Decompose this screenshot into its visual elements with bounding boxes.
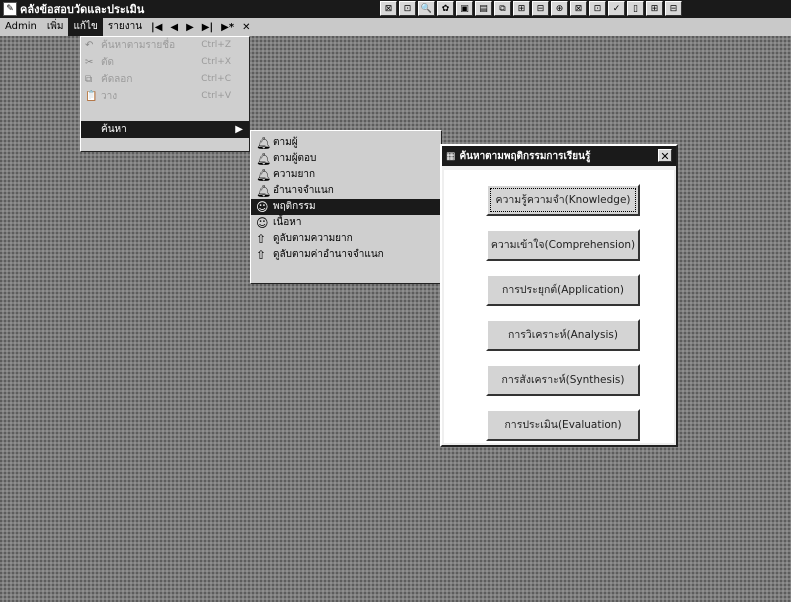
submenu-item[interactable]: 🔔︎ ความยาก bbox=[251, 167, 441, 183]
submenu-item[interactable]: ☺ เนื้อหา bbox=[251, 215, 441, 231]
menu-shortcut: Ctrl+V bbox=[201, 91, 231, 101]
submenu-item-label: พฤติกรรม bbox=[273, 201, 316, 212]
toolbar-button[interactable]: 🔍 bbox=[418, 1, 435, 16]
submenu-arrow-icon: ▶ bbox=[235, 124, 243, 135]
submenu-item-label: ตามผู้ bbox=[273, 137, 298, 148]
analysis-button[interactable]: การวิเคราะห์(Analysis) bbox=[486, 319, 640, 351]
submenu-item-label: อำนาจจำแนก bbox=[273, 185, 334, 196]
smiley-icon: ☺ bbox=[256, 216, 269, 230]
submenu-item-label: เนื้อหา bbox=[273, 217, 302, 228]
comprehension-button[interactable]: ความเข้าใจ(Comprehension) bbox=[486, 229, 640, 261]
evaluation-button[interactable]: การประเมิน(Evaluation) bbox=[486, 409, 640, 441]
application-button[interactable]: การประยุกต์(Application) bbox=[486, 274, 640, 306]
form-icon: ▦ bbox=[446, 150, 456, 162]
knowledge-button[interactable]: ความรู้ความจำ(Knowledge) bbox=[486, 184, 640, 216]
submenu-item[interactable]: 🔔︎ อำนาจจำแนก bbox=[251, 183, 441, 199]
scissors-icon: ✂ bbox=[85, 57, 94, 68]
bell-icon: 🔔︎ bbox=[256, 184, 272, 198]
edit-menu-dropdown: ↶ ค้นหาตามรายชื่อ Ctrl+Z ✂ ตัด Ctrl+X ⧉ … bbox=[80, 36, 250, 152]
toolbar-button[interactable]: ⊡ bbox=[399, 1, 416, 16]
toolbar-button[interactable]: ⧉ bbox=[494, 1, 511, 16]
toolbar-button[interactable]: ✓ bbox=[608, 1, 625, 16]
menu-item-paste[interactable]: 📋 วาง Ctrl+V bbox=[81, 88, 249, 105]
close-button[interactable]: ✕ bbox=[658, 149, 672, 163]
toolbar-button[interactable]: ⊠ bbox=[380, 1, 397, 16]
submenu-item-label: ดูลับตามความยาก bbox=[273, 233, 353, 244]
next-record-button[interactable]: ▶ bbox=[182, 22, 198, 33]
undo-icon: ↶ bbox=[85, 40, 94, 51]
dialog-title: ค้นหาตามพฤติกรรมการเรียนรู้ bbox=[459, 150, 591, 162]
menu-item-search[interactable]: ค้นหา ▶ bbox=[81, 121, 249, 138]
submenu-item-label: ตามผู้ตอบ bbox=[273, 153, 317, 164]
menu-item-copy[interactable]: ⧉ คัดลอก Ctrl+C bbox=[81, 71, 249, 88]
dialog-title-bar: ▦ ค้นหาตามพฤติกรรมการเรียนรู้ ✕ bbox=[442, 146, 676, 166]
toolbar-button[interactable]: ⊕ bbox=[551, 1, 568, 16]
submenu-item-label: ดูลับตามค่าอำนาจจำแนก bbox=[273, 249, 384, 260]
menu-item-label: วาง bbox=[101, 91, 118, 102]
app-icon: ✎ bbox=[3, 2, 17, 16]
search-submenu: 🔔︎ ตามผู้ 🔔︎ ตามผู้ตอบ 🔔︎ ความยาก 🔔︎ อำน… bbox=[250, 130, 442, 284]
menu-item-label: คัดลอก bbox=[101, 74, 133, 85]
menu-shortcut: Ctrl+X bbox=[201, 57, 231, 67]
menu-admin[interactable]: Admin bbox=[0, 18, 42, 36]
menu-edit[interactable]: แก้ไข bbox=[68, 18, 103, 36]
toolbar-button[interactable]: ⊡ bbox=[589, 1, 606, 16]
menu-shortcut: Ctrl+Z bbox=[201, 40, 231, 50]
menu-item-undo[interactable]: ↶ ค้นหาตามรายชื่อ Ctrl+Z bbox=[81, 37, 249, 54]
last-record-button[interactable]: ▶| bbox=[198, 22, 217, 33]
toolbar-button[interactable]: ✿ bbox=[437, 1, 454, 16]
first-record-button[interactable]: |◀ bbox=[147, 22, 166, 33]
toolbar-button[interactable]: ▤ bbox=[475, 1, 492, 16]
submenu-item[interactable]: 🔔︎ ตามผู้ bbox=[251, 135, 441, 151]
menu-item-cut[interactable]: ✂ ตัด Ctrl+X bbox=[81, 54, 249, 71]
submenu-item-behavior[interactable]: ☺ พฤติกรรม bbox=[251, 199, 441, 215]
smiley-icon: ☺ bbox=[256, 200, 269, 214]
toolbar: ⊠ ⊡ 🔍 ✿ ▣ ▤ ⧉ ⊞ ⊟ ⊕ ⊠ ⊡ ✓ ▯ ⊞ ⊟ bbox=[380, 1, 682, 17]
toolbar-button[interactable]: ⊞ bbox=[646, 1, 663, 16]
menu-add[interactable]: เพิ่ม bbox=[42, 18, 69, 36]
menu-item-label: ค้นหาตามรายชื่อ bbox=[101, 40, 176, 51]
submenu-item[interactable]: 🔔︎ ตามผู้ตอบ bbox=[251, 151, 441, 167]
copy-icon: ⧉ bbox=[85, 74, 93, 85]
synthesis-button[interactable]: การสังเคราะห์(Synthesis) bbox=[486, 364, 640, 396]
bell-icon: 🔔︎ bbox=[256, 136, 272, 150]
menu-report[interactable]: รายงาน bbox=[103, 18, 147, 36]
behavior-search-dialog: ▦ ค้นหาตามพฤติกรรมการเรียนรู้ ✕ ความรู้ค… bbox=[440, 144, 678, 447]
toolbar-button[interactable]: ⊟ bbox=[532, 1, 549, 16]
toolbar-button[interactable]: ▣ bbox=[456, 1, 473, 16]
window-title: คลังข้อสอบวัดและประเมิน bbox=[20, 3, 145, 16]
menu-item-label: ตัด bbox=[101, 57, 114, 68]
dialog-body: ความรู้ความจำ(Knowledge) ความเข้าใจ(Comp… bbox=[444, 170, 674, 443]
prev-record-button[interactable]: ◀ bbox=[166, 22, 182, 33]
new-record-button[interactable]: ▶* bbox=[217, 22, 238, 33]
bell-icon: 🔔︎ bbox=[256, 168, 272, 182]
menu-bar: Admin เพิ่ม แก้ไข รายงาน |◀ ◀ ▶ ▶| ▶* ✕ bbox=[0, 18, 791, 37]
menu-item-label: ค้นหา bbox=[101, 124, 127, 135]
bell-icon: 🔔︎ bbox=[256, 152, 272, 166]
toolbar-button[interactable]: ⊞ bbox=[513, 1, 530, 16]
thumb-icon: ⇧ bbox=[256, 248, 267, 262]
toolbar-button[interactable]: ⊠ bbox=[570, 1, 587, 16]
menu-shortcut: Ctrl+C bbox=[201, 74, 231, 84]
submenu-item-label: ความยาก bbox=[273, 169, 316, 180]
thumb-icon: ⇧ bbox=[256, 232, 267, 246]
toolbar-button[interactable]: ▯ bbox=[627, 1, 644, 16]
submenu-item[interactable]: ⇧ ดูลับตามค่าอำนาจจำแนก bbox=[251, 247, 441, 263]
toolbar-button[interactable]: ⊟ bbox=[665, 1, 682, 16]
submenu-item[interactable]: ⇧ ดูลับตามความยาก bbox=[251, 231, 441, 247]
delete-record-button[interactable]: ✕ bbox=[238, 22, 254, 33]
title-bar: ✎ คลังข้อสอบวัดและประเมิน ⊠ ⊡ 🔍 ✿ ▣ ▤ ⧉ … bbox=[0, 0, 791, 18]
paste-icon: 📋 bbox=[85, 91, 98, 102]
